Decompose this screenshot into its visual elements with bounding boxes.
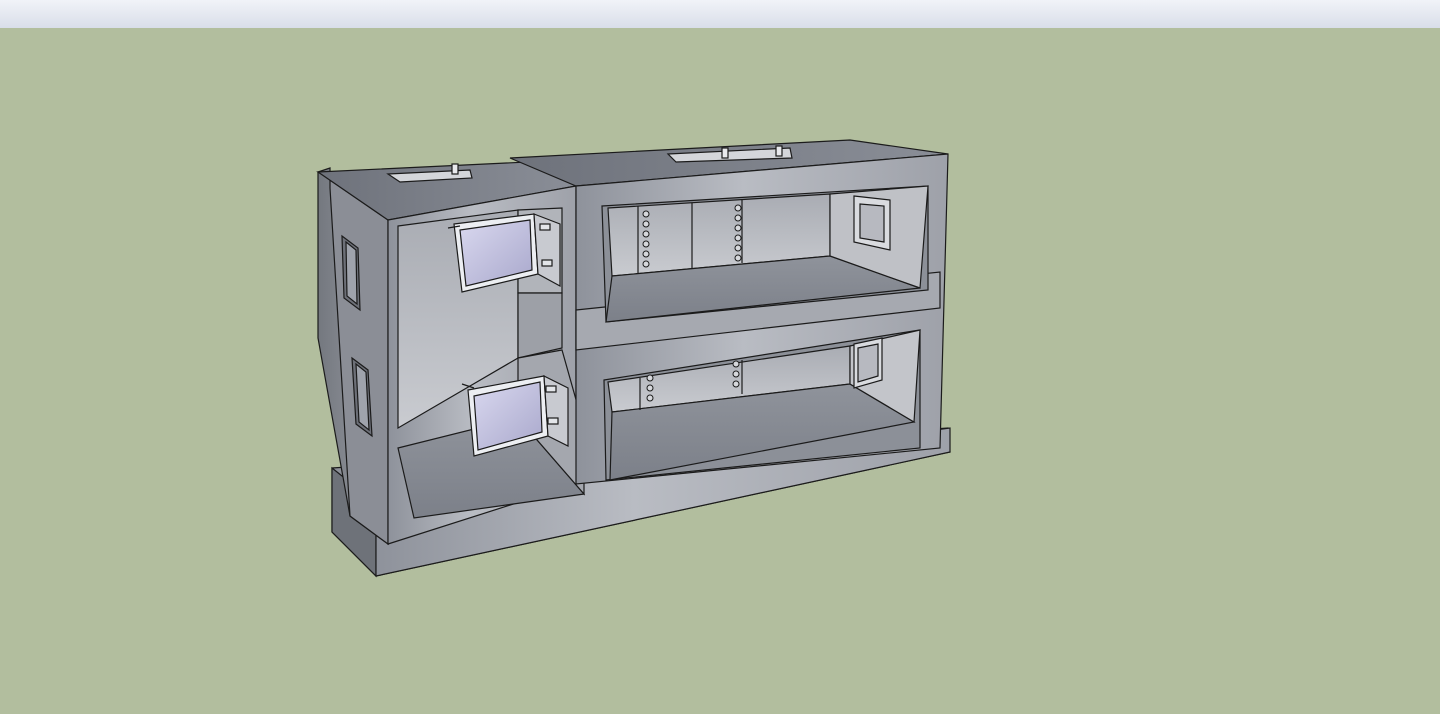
window-toolbar [0, 0, 1440, 29]
3d-viewport[interactable] [0, 28, 1440, 714]
back-panel-lower [853, 337, 883, 389]
cabinet-3d-model[interactable] [0, 28, 1440, 714]
back-panel-upper [853, 195, 891, 251]
